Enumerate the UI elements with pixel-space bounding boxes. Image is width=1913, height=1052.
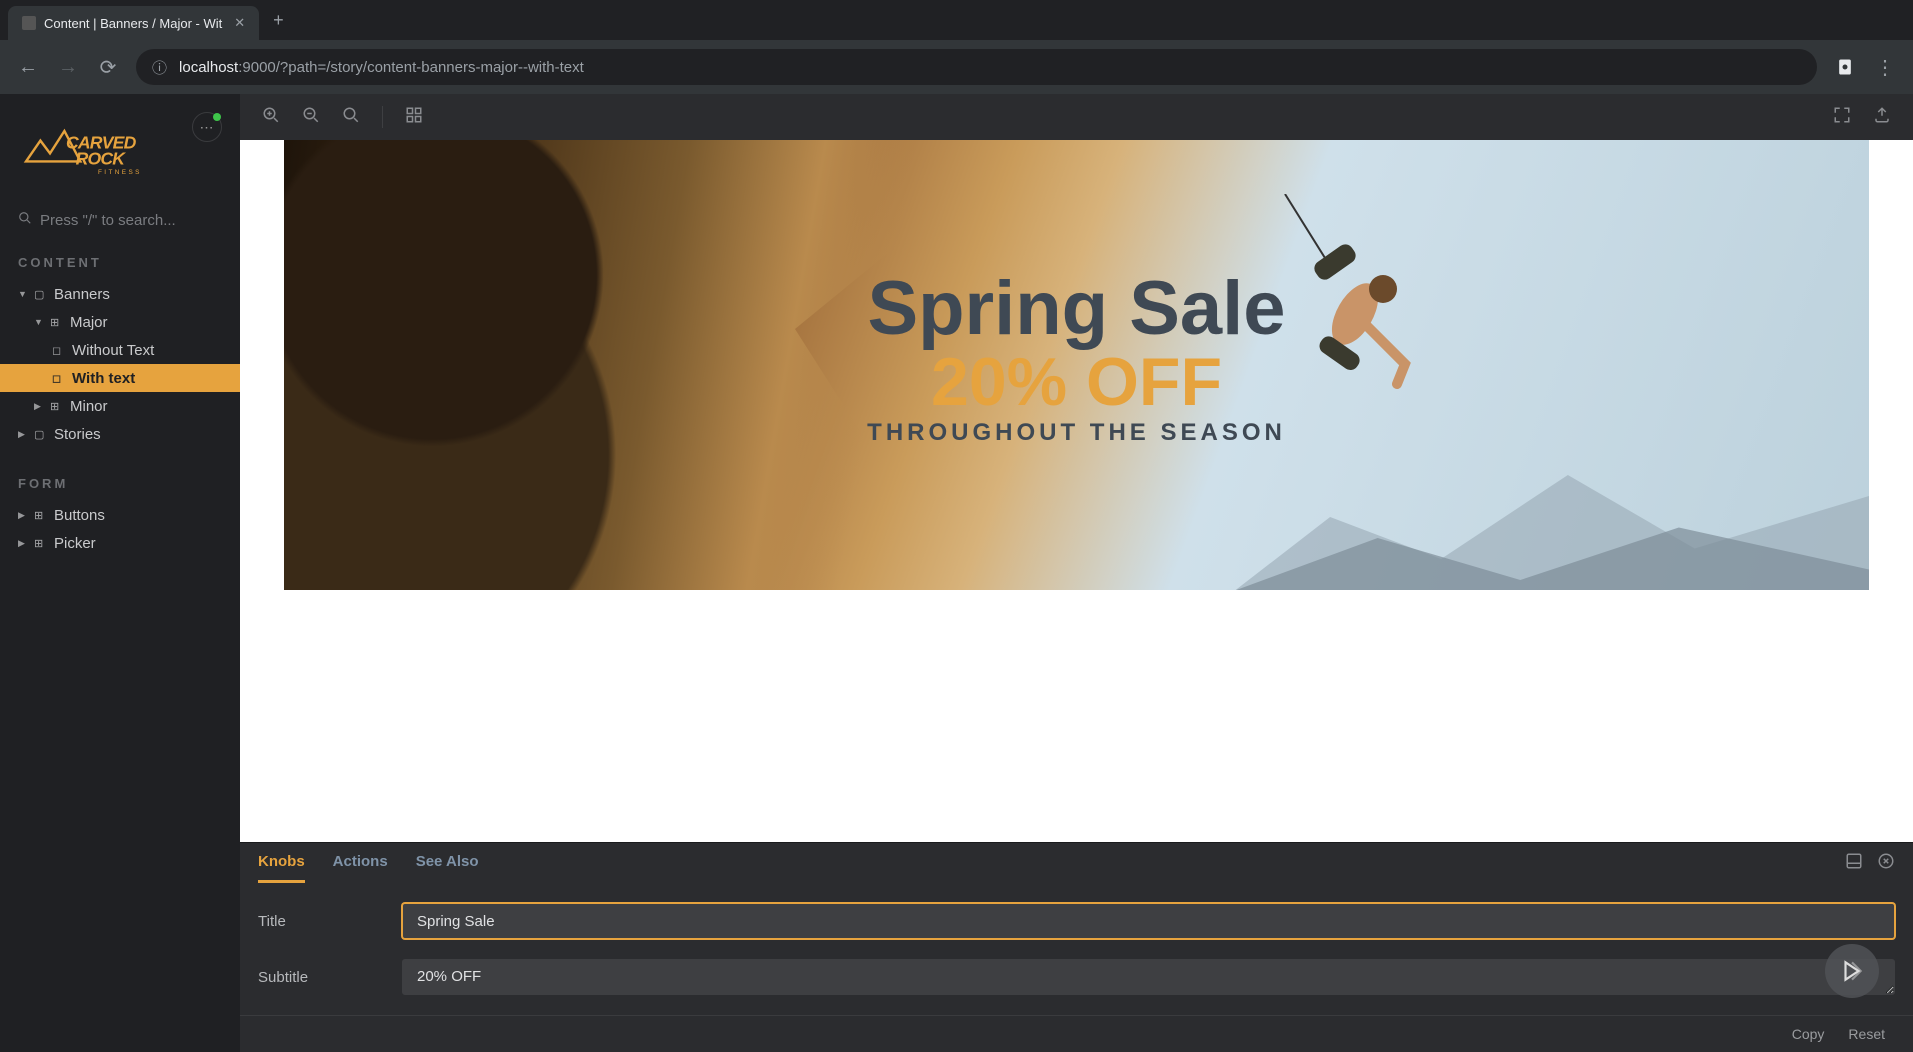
toolbar-separator [382, 106, 383, 128]
tab-favicon-icon [22, 16, 36, 30]
tree-banners[interactable]: ▼▢Banners [0, 280, 240, 308]
new-tab-button[interactable]: + [273, 10, 284, 31]
addon-tab-see-also[interactable]: See Also [416, 843, 479, 883]
fullscreen-icon[interactable] [1833, 106, 1851, 129]
sidebar: CARVED ROCK FITNESS ⋯ Press "/" to searc… [0, 94, 240, 1052]
bookmark-icon: ◻ [52, 344, 66, 357]
browser-tab[interactable]: Content | Banners / Major - Wit ✕ [8, 6, 259, 40]
addons-panel: Knobs Actions See Also Title Subtitle [240, 842, 1913, 1052]
canvas-toolbar [240, 94, 1913, 140]
forward-button[interactable]: → [56, 56, 80, 79]
tree-major[interactable]: ▼⊞Major [0, 308, 240, 336]
search-icon [18, 211, 32, 229]
svg-text:FITNESS: FITNESS [98, 169, 142, 176]
search-placeholder: Press "/" to search... [40, 212, 176, 229]
tree-story-with-text[interactable]: ◻With text [0, 364, 240, 392]
main-panel: Spring Sale 20% OFF THROUGHOUT THE SEASO… [240, 94, 1913, 1052]
caret-right-icon: ▶ [18, 510, 28, 521]
section-form: FORM [0, 470, 240, 501]
addon-tab-actions[interactable]: Actions [333, 843, 388, 883]
zoom-reset-icon[interactable] [342, 106, 360, 129]
knobs-reset-button[interactable]: Reset [1838, 1022, 1895, 1046]
knob-input-subtitle[interactable] [402, 959, 1895, 995]
knob-input-title[interactable] [402, 903, 1895, 939]
tab-bar: Content | Banners / Major - Wit ✕ + [0, 0, 1913, 40]
section-content: CONTENT [0, 249, 240, 280]
tab-title: Content | Banners / Major - Wit [44, 16, 222, 31]
sidebar-menu-button[interactable]: ⋯ [192, 112, 222, 142]
banner-body: THROUGHOUT THE SEASON [867, 419, 1286, 447]
status-dot-icon [213, 113, 221, 121]
climber-graphic [1265, 194, 1425, 414]
caret-right-icon: ▶ [18, 429, 28, 440]
browser-menu-icon[interactable]: ⋮ [1873, 55, 1897, 80]
open-external-icon[interactable] [1873, 106, 1891, 129]
url-bar[interactable]: ⓘ localhost:9000/?path=/story/content-ba… [136, 49, 1817, 85]
zoom-out-icon[interactable] [302, 106, 320, 129]
panel-close-icon[interactable] [1877, 852, 1895, 875]
site-info-icon[interactable]: ⓘ [152, 57, 167, 78]
component-icon: ⊞ [50, 400, 64, 413]
caret-down-icon: ▼ [18, 289, 28, 299]
play-overlay-icon[interactable] [1825, 944, 1879, 998]
preview-canvas: Spring Sale 20% OFF THROUGHOUT THE SEASO… [240, 140, 1913, 842]
caret-right-icon: ▶ [34, 401, 44, 412]
banner-title: Spring Sale [867, 265, 1286, 352]
addon-tab-knobs[interactable]: Knobs [258, 843, 305, 883]
search-input[interactable]: Press "/" to search... [18, 211, 222, 229]
back-button[interactable]: ← [16, 56, 40, 79]
banner-component: Spring Sale 20% OFF THROUGHOUT THE SEASO… [284, 140, 1869, 590]
folder-icon: ▢ [34, 288, 48, 301]
knob-label-subtitle: Subtitle [258, 969, 378, 986]
knob-label-title: Title [258, 913, 378, 930]
reload-button[interactable]: ⟳ [96, 55, 120, 80]
tab-close-icon[interactable]: ✕ [234, 15, 245, 31]
zoom-in-icon[interactable] [262, 106, 280, 129]
component-icon: ⊞ [50, 316, 64, 329]
logo: CARVED ROCK FITNESS [18, 112, 178, 187]
svg-text:ROCK: ROCK [76, 149, 127, 169]
profile-icon[interactable] [1833, 55, 1857, 80]
tree-stories[interactable]: ▶▢Stories [0, 420, 240, 448]
folder-icon: ▢ [34, 428, 48, 441]
browser-chrome: Content | Banners / Major - Wit ✕ + ← → … [0, 0, 1913, 94]
knobs-copy-button[interactable]: Copy [1782, 1022, 1835, 1046]
panel-position-icon[interactable] [1845, 852, 1863, 875]
tree-minor[interactable]: ▶⊞Minor [0, 392, 240, 420]
nav-bar: ← → ⟳ ⓘ localhost:9000/?path=/story/cont… [0, 40, 1913, 94]
component-icon: ⊞ [34, 509, 48, 522]
tree-buttons[interactable]: ▶⊞Buttons [0, 501, 240, 529]
caret-down-icon: ▼ [34, 317, 44, 327]
grid-icon[interactable] [405, 106, 423, 129]
tree-picker[interactable]: ▶⊞Picker [0, 529, 240, 557]
url-text: localhost:9000/?path=/story/content-bann… [179, 59, 584, 76]
bookmark-icon: ◻ [52, 372, 66, 385]
banner-mountain-graphic [1235, 433, 1869, 591]
banner-subtitle: 20% OFF [867, 352, 1286, 413]
tree-story-without-text[interactable]: ◻Without Text [0, 336, 240, 364]
component-icon: ⊞ [34, 537, 48, 550]
caret-right-icon: ▶ [18, 538, 28, 549]
